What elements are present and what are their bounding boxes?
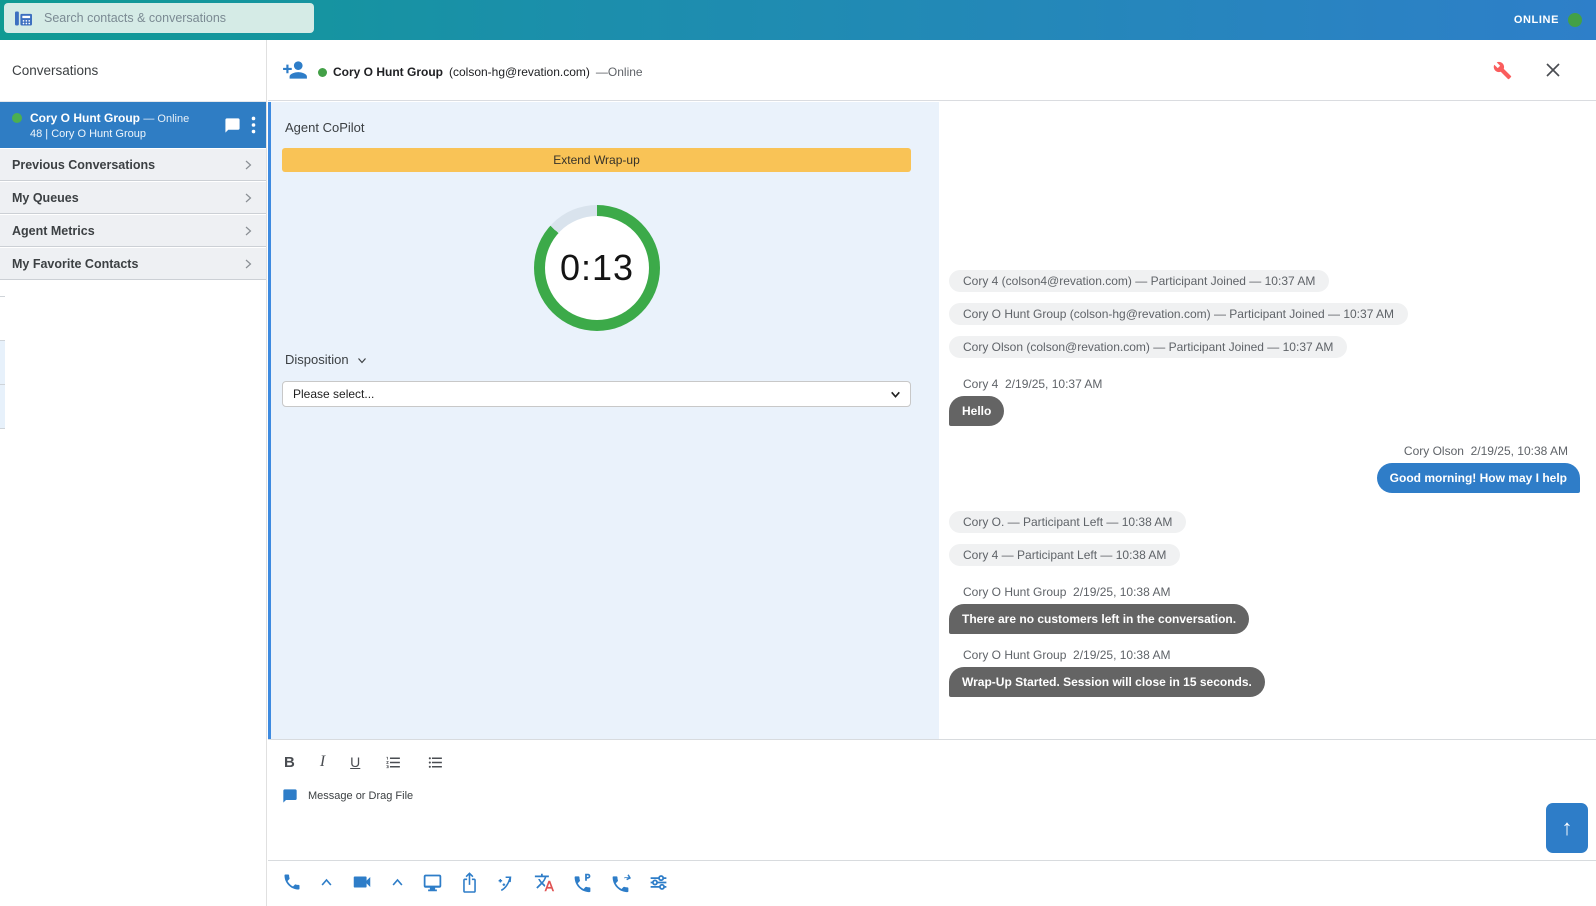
sidebar-item-my-queues[interactable]: My Queues — [0, 181, 266, 214]
search-input[interactable] — [44, 11, 304, 25]
message-sender-timestamp: Cory Olson 2/19/25, 10:38 AM — [1377, 444, 1568, 458]
arrow-up-icon: ↑ — [1562, 815, 1573, 841]
header-contact-status: —Online — [596, 65, 643, 79]
system-message: Cory O. — Participant Left — 10:38 AM — [949, 511, 1186, 533]
chat-message: Cory Olson 2/19/25, 10:38 AM Good morning… — [1377, 444, 1580, 493]
chevron-right-icon — [242, 225, 254, 237]
system-message-pill: Cory 4 — Participant Left — 10:38 AM — [949, 544, 1180, 566]
system-message-pill: Cory Olson (colson@revation.com) — Parti… — [949, 336, 1347, 358]
sidebar-item-my-favorite-contacts[interactable]: My Favorite Contacts — [0, 247, 266, 280]
chevron-up-icon[interactable] — [319, 875, 334, 890]
call-toolbar — [282, 871, 669, 893]
online-dot-icon — [318, 68, 327, 77]
bullet-list-icon[interactable] — [427, 754, 444, 771]
message-bubble: There are no customers left in the conve… — [949, 604, 1249, 634]
chat-bubble-icon[interactable] — [224, 117, 241, 134]
settings-sliders-icon[interactable] — [648, 872, 669, 893]
agent-status-label: ONLINE — [1514, 14, 1559, 26]
sidebar-item-agent-metrics[interactable]: Agent Metrics — [0, 214, 266, 247]
chevron-right-icon — [242, 159, 254, 171]
message-bubble: Good morning! How may I help — [1377, 463, 1580, 493]
chevron-right-icon — [242, 258, 254, 270]
system-message: Cory Olson (colson@revation.com) — Parti… — [949, 336, 1347, 358]
wrapup-countdown-timer: 0:13 — [534, 205, 660, 331]
add-participant-icon[interactable] — [282, 57, 308, 83]
call-park-icon[interactable] — [572, 872, 593, 893]
message-sender-timestamp: Cory O Hunt Group 2/19/25, 10:38 AM — [963, 585, 1247, 599]
section-label: My Queues — [12, 191, 79, 205]
conversation-subtitle: 48 | Cory O Hunt Group — [30, 128, 224, 140]
phone-icon[interactable] — [282, 872, 302, 892]
chat-bubble-icon — [282, 788, 298, 804]
search-box[interactable] — [4, 3, 314, 33]
copilot-title: Agent CoPilot — [285, 120, 365, 135]
system-message-pill: Cory O. — Participant Left — 10:38 AM — [949, 511, 1186, 533]
send-button[interactable]: ↑ — [1546, 803, 1588, 853]
chevron-up-icon[interactable] — [390, 875, 405, 890]
extend-wrapup-button[interactable]: Extend Wrap-up — [282, 148, 911, 172]
conversation-text: Cory O Hunt Group — Online 48 | Cory O H… — [30, 111, 224, 140]
italic-icon[interactable]: I — [320, 753, 325, 771]
disposition-label: Disposition — [285, 352, 349, 367]
header-contact-email: (colson-hg@revation.com) — [449, 65, 590, 79]
chat-message: Cory 4 2/19/25, 10:37 AM Hello — [949, 377, 1104, 426]
ordered-list-icon[interactable] — [385, 754, 402, 771]
section-label: Previous Conversations — [12, 158, 155, 172]
screen-share-icon[interactable] — [422, 872, 443, 893]
share-file-icon[interactable] — [460, 872, 479, 893]
system-message: Cory 4 — Participant Left — 10:38 AM — [949, 544, 1180, 566]
message-bubble: Hello — [949, 396, 1004, 426]
system-message-pill: Cory 4 (colson4@revation.com) — Particip… — [949, 270, 1329, 292]
wrapup-timer-value: 0:13 — [560, 247, 634, 289]
sidebar-item-previous-conversations[interactable]: Previous Conversations — [0, 148, 266, 181]
message-list: Cory 4 (colson4@revation.com) — Particip… — [939, 102, 1596, 739]
chat-message: Cory O Hunt Group 2/19/25, 10:38 AM There… — [949, 585, 1249, 634]
bold-icon[interactable]: B — [284, 754, 295, 771]
message-sender-timestamp: Cory 4 2/19/25, 10:37 AM — [963, 377, 1102, 391]
system-message: Cory 4 (colson4@revation.com) — Particip… — [949, 270, 1329, 292]
disposition-select[interactable]: Please select... — [282, 381, 911, 407]
format-toolbar: B I U — [268, 740, 1596, 776]
underline-icon[interactable]: U — [350, 754, 360, 770]
edge-dock-strip — [0, 296, 5, 450]
message-input[interactable]: Message or Drag File — [268, 776, 1596, 804]
conversation-status: — Online — [143, 113, 189, 125]
conversation-header: Cory O Hunt Group (colson-hg@revation.co… — [268, 40, 1596, 101]
disposition-collapse-toggle[interactable]: Disposition — [285, 352, 368, 367]
top-bar: ONLINE — [0, 0, 1596, 40]
section-label: My Favorite Contacts — [12, 257, 138, 271]
system-message: Cory O Hunt Group (colson-hg@revation.co… — [949, 303, 1408, 325]
conversation-name: Cory O Hunt Group — [30, 111, 140, 125]
sidebar-title: Conversations — [0, 40, 266, 102]
close-icon[interactable] — [1544, 61, 1562, 79]
sidebar-item-active-conversation[interactable]: Cory O Hunt Group — Online 48 | Cory O H… — [0, 102, 266, 148]
chat-message: Cory O Hunt Group 2/19/25, 10:38 AM Wrap-… — [949, 648, 1265, 697]
agent-copilot-panel: Agent CoPilot Extend Wrap-up 0:13 Dispos… — [268, 102, 939, 739]
system-message-pill: Cory O Hunt Group (colson-hg@revation.co… — [949, 303, 1408, 325]
sidebar: Conversations Cory O Hunt Group — Online… — [0, 40, 267, 906]
translate-icon[interactable] — [534, 872, 555, 893]
tools-wrench-icon[interactable] — [1493, 61, 1512, 80]
wrapup-timer-face: 0:13 — [545, 216, 649, 320]
header-contact-name: Cory O Hunt Group — [333, 65, 443, 79]
kebab-menu-icon[interactable] — [251, 116, 256, 134]
online-status-dot-icon — [1568, 13, 1582, 27]
video-icon[interactable] — [351, 871, 373, 893]
agent-status-badge[interactable]: ONLINE — [1514, 0, 1582, 40]
section-label: Agent Metrics — [12, 224, 95, 238]
divider — [268, 860, 1596, 861]
message-sender-timestamp: Cory O Hunt Group 2/19/25, 10:38 AM — [963, 648, 1263, 662]
chevron-down-icon — [356, 354, 368, 366]
online-dot-icon — [12, 113, 22, 123]
fax-phone-icon — [14, 10, 33, 27]
message-input-placeholder: Message or Drag File — [308, 790, 413, 802]
smart-actions-icon[interactable] — [496, 872, 517, 893]
composer: B I U Message or Drag File ↑ — [268, 739, 1596, 906]
chevron-right-icon — [242, 192, 254, 204]
call-transfer-icon[interactable] — [610, 872, 631, 893]
message-bubble: Wrap-Up Started. Session will close in 1… — [949, 667, 1265, 697]
